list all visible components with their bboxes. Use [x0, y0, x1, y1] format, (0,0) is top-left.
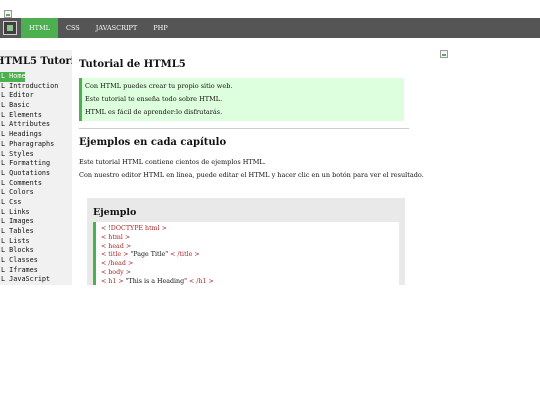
paragraph: Con nuestro editor HTML en línea, puede …: [79, 171, 424, 179]
code-line: < !DOCTYPE html >: [101, 225, 399, 234]
code-line: < head >: [101, 243, 399, 252]
sidebar-item-colors[interactable]: L Colors: [0, 188, 72, 198]
code-tag: < /h1 >: [189, 277, 214, 285]
code-line: < html >: [101, 234, 399, 243]
nav-html[interactable]: HTML: [21, 18, 58, 38]
divider: [79, 128, 409, 129]
code-line: < h1 > "This is a Heading" < /h1 >: [101, 278, 399, 285]
sidebar-item-headings[interactable]: L Headings: [0, 130, 72, 140]
sidebar-item-tables[interactable]: L Tables: [0, 227, 72, 237]
code-tag: < !DOCTYPE html >: [101, 225, 167, 232]
code-text: "Page Title": [128, 251, 171, 259]
code-line: < title > "Page Title" < /title >: [101, 251, 399, 260]
sidebar-item-elements[interactable]: L Elements: [0, 111, 72, 121]
code-text: "This is a Heading": [123, 277, 190, 285]
sidebar-item-blocks[interactable]: L Blocks: [0, 246, 72, 256]
example-box: Ejemplo < !DOCTYPE html > < html > < hea…: [87, 198, 405, 285]
sidebar-item-lists[interactable]: L Lists: [0, 237, 72, 247]
nav-php[interactable]: PHP: [145, 18, 175, 38]
top-navbar: HTML CSS JAVASCRIPT PHP: [0, 18, 540, 38]
home-icon[interactable]: [3, 21, 17, 35]
code-tag: < title >: [101, 251, 129, 259]
code-tag: < h1 >: [101, 277, 124, 285]
sidebar-item-javascript[interactable]: L JavaScript: [0, 275, 72, 285]
sidebar-item-styles[interactable]: L Styles: [0, 150, 72, 160]
example-title: Ejemplo: [93, 207, 137, 218]
sidebar-item-comments[interactable]: L Comments: [0, 179, 72, 189]
sidebar-item-quotations[interactable]: L Quotations: [0, 169, 72, 179]
nav-css[interactable]: CSS: [58, 18, 88, 38]
section-title: Ejemplos en cada capítulo: [79, 137, 227, 148]
note-line: Con HTML puedes crear tu propio sitio we…: [85, 82, 233, 90]
code-line: < /head >: [101, 260, 399, 269]
nav-javascript[interactable]: JAVASCRIPT: [88, 18, 146, 38]
sidebar-item-links[interactable]: L Links: [0, 208, 72, 218]
sidebar-item-attributes[interactable]: L Attributes: [0, 120, 72, 130]
sidebar-item-css[interactable]: L Css: [0, 198, 72, 208]
note-line: Este tutorial te enseña todo sobre HTML.: [85, 95, 223, 103]
sidebar-title: HTML5 Tutorial: [0, 56, 72, 67]
sidebar-item-iframes[interactable]: L Iframes: [0, 266, 72, 276]
code-tag: < head >: [101, 242, 132, 250]
sidebar-item-images[interactable]: L Images: [0, 217, 72, 227]
code-block: < !DOCTYPE html > < html > < head > < ti…: [93, 222, 399, 285]
sidebar-list: L Home L Introduction L Editor L Basic L…: [0, 72, 72, 285]
sidebar-item-basic[interactable]: L Basic: [0, 101, 72, 111]
sidebar: HTML5 Tutorial L Home L Introduction L E…: [0, 50, 72, 285]
note-line: HTML es fácil de aprender:lo disfrutarás…: [85, 108, 223, 116]
code-line: < body >: [101, 269, 399, 278]
sidebar-item-pharagraphs[interactable]: L Pharagraphs: [0, 140, 72, 150]
ad-broken-image-icon: [440, 50, 448, 58]
code-tag: < /head >: [101, 260, 134, 268]
sidebar-item-editor[interactable]: L Editor: [0, 91, 72, 101]
logo-broken-image-icon: [4, 10, 12, 18]
sidebar-item-introduction[interactable]: L Introduction: [0, 82, 72, 92]
sidebar-item-formatting[interactable]: L Formatting: [0, 159, 72, 169]
code-tag: < html >: [101, 233, 131, 241]
page-title: Tutorial de HTML5: [79, 59, 186, 70]
paragraph: Este tutorial HTML contiene cientos de e…: [79, 158, 266, 166]
code-tag: < /title >: [170, 251, 200, 259]
code-tag: < body >: [101, 268, 131, 276]
intro-note-box: Con HTML puedes crear tu propio sitio we…: [79, 78, 404, 121]
sidebar-item-home[interactable]: L Home: [0, 72, 26, 82]
sidebar-item-classes[interactable]: L Classes: [0, 256, 72, 266]
